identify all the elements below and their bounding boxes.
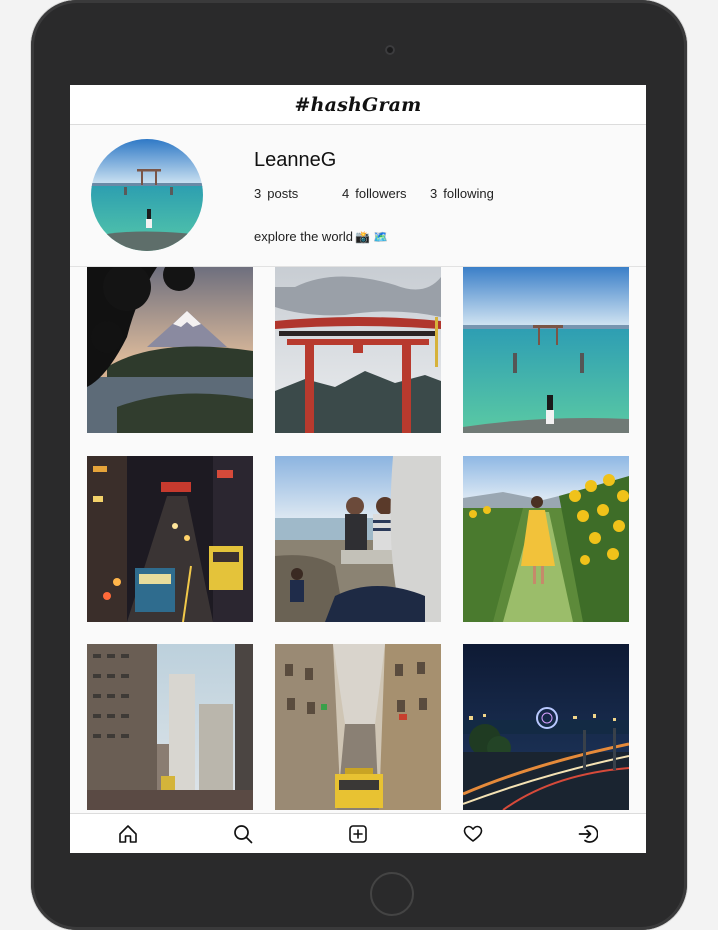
photo-mount-fuji-lake[interactable] <box>87 267 253 433</box>
top-bar: #hashGram <box>70 85 646 125</box>
photo-city-night-ferris-wheel[interactable] <box>463 644 629 810</box>
posts-count: 3 <box>254 186 262 201</box>
posts-label: posts <box>267 186 299 201</box>
profile-username: LeanneG <box>254 149 337 171</box>
nav-search[interactable] <box>223 816 263 852</box>
nav-add-post[interactable] <box>338 816 378 852</box>
photo-couple-on-beach-rocks[interactable] <box>275 456 441 622</box>
photo-lisbon-tram-street[interactable] <box>275 644 441 810</box>
followers-count: 4 <box>342 186 350 201</box>
photo-hong-kong-trams-night[interactable] <box>87 456 253 622</box>
photo-red-torii-gate[interactable] <box>275 267 441 433</box>
following-stat[interactable]: 3 following <box>430 186 494 201</box>
app-logo[interactable]: #hashGram <box>294 94 421 116</box>
following-count: 3 <box>430 186 438 201</box>
following-label: following <box>443 186 494 201</box>
profile-bio: explore the world 📸 🗺️ <box>254 229 388 244</box>
followers-stat[interactable]: 4 followers <box>342 186 430 201</box>
nav-activity[interactable] <box>453 816 493 852</box>
bio-emoji: 📸 🗺️ <box>355 230 389 244</box>
search-icon <box>233 825 253 844</box>
avatar[interactable] <box>91 139 203 251</box>
posts-stat[interactable]: 3 posts <box>254 186 342 201</box>
nav-home[interactable] <box>108 816 148 852</box>
profile-header: LeanneG 3 posts 4 followers 3 following exp… <box>70 125 646 267</box>
front-camera <box>385 45 395 55</box>
nav-logout[interactable] <box>568 816 608 852</box>
home-hardware-button[interactable] <box>370 872 414 916</box>
bio-text: explore the world <box>254 229 353 244</box>
home-icon <box>118 825 137 843</box>
heart-icon <box>463 825 483 842</box>
logout-icon <box>578 825 599 843</box>
add-post-icon <box>349 825 367 843</box>
followers-label: followers <box>355 186 407 201</box>
profile-stats: 3 posts 4 followers 3 following <box>254 186 494 201</box>
app-screen: #hashGram LeanneG 3 posts 4 followers 3 … <box>70 85 646 853</box>
photo-hong-kong-towers[interactable] <box>87 644 253 810</box>
photo-grid <box>70 267 646 813</box>
bottom-nav <box>70 813 646 853</box>
photo-lake-torii-woman[interactable] <box>463 267 629 433</box>
photo-woman-sunflower-field[interactable] <box>463 456 629 622</box>
